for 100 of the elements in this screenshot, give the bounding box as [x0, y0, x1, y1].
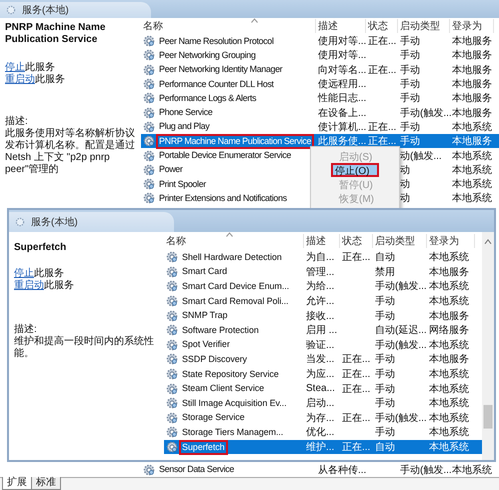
table-cell-text: 正在...: [367, 135, 398, 148]
service-name: Phone Service: [158, 106, 214, 120]
service-name: Superfetch: [179, 440, 228, 455]
table-cell-text: 手动: [374, 382, 396, 396]
table-cell-text: 手动: [399, 48, 421, 62]
column-header[interactable]: 登录为: [427, 234, 475, 248]
table-cell-text: 手动: [374, 368, 396, 382]
table-cell-text: 本地系统: [428, 440, 470, 454]
table-cell-text: 正在...: [367, 120, 398, 134]
table-cell-text: 手动(触发...: [374, 280, 427, 294]
service-name: Plug and Play: [158, 120, 211, 134]
column-header[interactable]: 登录为: [450, 19, 494, 33]
table-cell-text: Stea...: [305, 383, 336, 394]
service-name: SSDP Discovery: [181, 352, 248, 366]
service-name: Shell Hardware Detection: [181, 250, 283, 264]
table-cell-text: 维护...: [305, 440, 336, 454]
table-cell-text: 正在...: [341, 441, 372, 454]
view-tab[interactable]: 标准: [31, 477, 61, 490]
table-cell-text: 本地系统: [428, 396, 470, 410]
view-tab[interactable]: 扩展: [2, 477, 32, 490]
table-cell-text: 手动: [374, 396, 396, 410]
selected-row[interactable]: Superfetch 维护... 正在... 自动 本地系统: [164, 440, 482, 454]
table-cell-text: 本地系统: [428, 250, 470, 264]
service-description: 此服务使用对等名称解析协议发布计算机名称。配置是通过 Netsh 上下文 "p2p pnrp peer"管理的: [5, 128, 136, 176]
table-cell-text: 本地服务: [451, 134, 493, 148]
table-cell-text: 正在...: [367, 64, 398, 77]
service-name: Print Spooler: [158, 178, 207, 191]
table-cell-text: 本地服务: [451, 92, 493, 106]
description-label: 描述:: [14, 324, 38, 336]
table-cell-text: 网络服务: [428, 324, 470, 338]
column-header[interactable]: 状态: [366, 19, 398, 33]
table-cell-text: 性能日志...: [316, 92, 366, 106]
table-cell-text: 动: [399, 192, 411, 206]
table-cell-text: 在设备上...: [317, 106, 366, 120]
action-text: 此服务: [35, 74, 65, 85]
window-title: 服务(本地): [22, 4, 69, 17]
scrollbar[interactable]: [482, 232, 494, 460]
table-cell-text: 禁用: [374, 266, 396, 279]
service-name: Software Protection: [181, 324, 260, 337]
service-name-heading: PNRP Machine Name Publication Service: [5, 22, 106, 46]
table-cell-text: 正在...: [367, 35, 398, 48]
column-header[interactable]: 启动类型: [398, 19, 450, 33]
service-name: Power: [158, 163, 184, 176]
table-cell-text: 使用对等...: [317, 48, 366, 62]
table-cell-text: 启用 ...: [305, 324, 338, 338]
column-header[interactable]: 启动类型: [373, 234, 427, 248]
service-name: Performance Counter DLL Host: [158, 78, 275, 91]
table-cell-text: 本地系统: [451, 164, 493, 177]
table-cell-text: 从各种传...: [317, 464, 366, 477]
description-label: 描述:: [5, 116, 29, 128]
table-cell-text: 本地系统: [428, 382, 470, 396]
column-header[interactable]: 状态: [340, 234, 373, 248]
service-name: Peer Name Resolution Protocol: [158, 34, 274, 48]
table-cell-text: 动: [399, 164, 411, 177]
action-link[interactable]: 停止: [5, 62, 25, 73]
table-cell-text: 允许...: [305, 294, 336, 308]
table-cell-text: 管理...: [305, 266, 336, 279]
table-cell-text: 为存...: [305, 412, 336, 425]
table-cell-text: 手动(触发...: [399, 106, 450, 120]
table-cell-text: 正在...: [341, 382, 372, 396]
table-cell-text: 手动: [399, 78, 421, 92]
table-cell-text: 手动(触发...: [374, 338, 427, 352]
table-cell-text: 本地系统: [428, 280, 470, 294]
sort-caret-icon: [226, 232, 233, 237]
table-cell-text: 本地服务: [428, 266, 470, 279]
table-cell-text: 本地服务: [451, 48, 493, 62]
service-name: SNMP Trap: [181, 309, 228, 322]
table-cell-text: 本地系统: [451, 120, 493, 134]
column-header[interactable]: 名称: [164, 234, 304, 248]
service-name: Storage Tiers Managem...: [181, 426, 284, 439]
table-cell-text: 本地服务: [451, 34, 493, 48]
table-cell-text: 接收...: [305, 310, 336, 323]
service-name: Steam Client Service: [181, 382, 266, 396]
table-cell-text: 为自...: [305, 250, 336, 264]
table-cell-text: 本地系统: [451, 178, 493, 192]
table-cell-text: 手动(触发...: [374, 412, 427, 425]
table-cell-text: 手动: [399, 34, 421, 48]
service-name: PNRP Machine Name Publication Service: [156, 134, 314, 149]
selected-row[interactable]: PNRP Machine Name Publication Service 此服务使... 正在... 手动 本地服务: [141, 134, 499, 148]
column-header[interactable]: 描述: [316, 19, 366, 33]
action-link[interactable]: 重启动: [5, 74, 35, 85]
table-cell-text: 此服务使...: [317, 134, 366, 148]
table-cell-text: 本地系统: [428, 338, 470, 352]
table-cell-text: 手动: [374, 426, 396, 440]
table-cell-text: 本地服务: [451, 64, 493, 77]
table-cell-text: 手动: [399, 64, 421, 77]
table-cell-text: 优化...: [305, 426, 336, 440]
action-link[interactable]: 重启动: [14, 280, 44, 291]
service-name: Storage Service: [181, 411, 246, 424]
table-cell-text: 手动: [374, 294, 396, 308]
column-header[interactable]: 描述: [304, 234, 340, 248]
table-cell-text: 本地系统: [428, 426, 470, 440]
table-cell-text: 正在...: [341, 412, 372, 425]
table-cell-text: 本地系统: [428, 294, 470, 308]
menu-item[interactable]: 停止(O): [331, 163, 379, 177]
action-text: 此服务: [44, 280, 74, 291]
column-header[interactable]: 名称: [141, 19, 316, 33]
action-text: 此服务: [34, 268, 64, 279]
action-link[interactable]: 停止: [14, 268, 34, 279]
table-cell-text: 正在...: [341, 368, 372, 382]
